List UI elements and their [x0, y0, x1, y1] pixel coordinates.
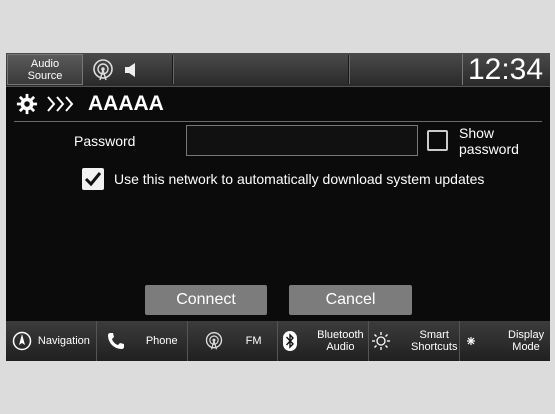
nav-item-display-mode[interactable]: Display Mode	[460, 321, 550, 361]
status-divider	[348, 55, 350, 84]
bluetooth-icon	[283, 331, 298, 351]
audio-source-label: Audio Source	[27, 57, 63, 82]
chevrons-icon	[47, 96, 74, 112]
infotainment-screen: Audio Source 12:34 AAAAA Password Show p…	[6, 53, 550, 361]
divider	[14, 121, 542, 122]
auto-update-label: Use this network to automatically downlo…	[114, 171, 485, 187]
status-icons	[86, 54, 170, 85]
compass-icon	[12, 331, 32, 351]
cancel-button[interactable]: Cancel	[289, 285, 412, 315]
nav-label: FM	[245, 335, 262, 347]
password-label: Password	[74, 133, 136, 149]
smart-shortcuts-icon	[371, 332, 390, 350]
speaker-icon	[125, 62, 135, 77]
fm-radio-icon	[205, 332, 222, 350]
nav-label: Navigation	[37, 335, 90, 347]
bottom-nav: Navigation Phone FM Bluetooth Audio Smar…	[6, 321, 550, 361]
nav-label: Smart Shortcuts	[410, 329, 458, 353]
status-divider	[172, 55, 174, 84]
checkmark-icon	[84, 172, 102, 187]
nav-label: Bluetooth Audio	[317, 329, 364, 353]
nav-item-phone[interactable]: Phone	[96, 321, 187, 361]
clock: 12:34	[462, 54, 548, 85]
nav-item-navigation[interactable]: Navigation	[6, 321, 96, 361]
title-bar: AAAAA	[6, 89, 550, 119]
auto-update-checkbox[interactable]	[82, 168, 104, 190]
display-mode-icon	[467, 336, 483, 346]
nav-label: Phone	[145, 335, 178, 347]
connect-button[interactable]: Connect	[145, 285, 267, 315]
password-field[interactable]	[186, 125, 418, 156]
gear-icon[interactable]	[16, 93, 38, 115]
radio-icon	[93, 58, 113, 80]
audio-source-button[interactable]: Audio Source	[7, 54, 83, 85]
nav-item-bluetooth-audio[interactable]: Bluetooth Audio	[278, 321, 369, 361]
show-password-checkbox[interactable]	[427, 130, 448, 151]
nav-item-fm[interactable]: FM	[187, 321, 278, 361]
status-bar: Audio Source 12:34	[6, 53, 550, 87]
show-password-label: Show password	[459, 125, 519, 157]
nav-item-smart-shortcuts[interactable]: Smart Shortcuts	[369, 321, 460, 361]
network-name: AAAAA	[88, 92, 164, 115]
nav-label: Display Mode	[508, 329, 545, 353]
phone-icon	[107, 333, 124, 349]
